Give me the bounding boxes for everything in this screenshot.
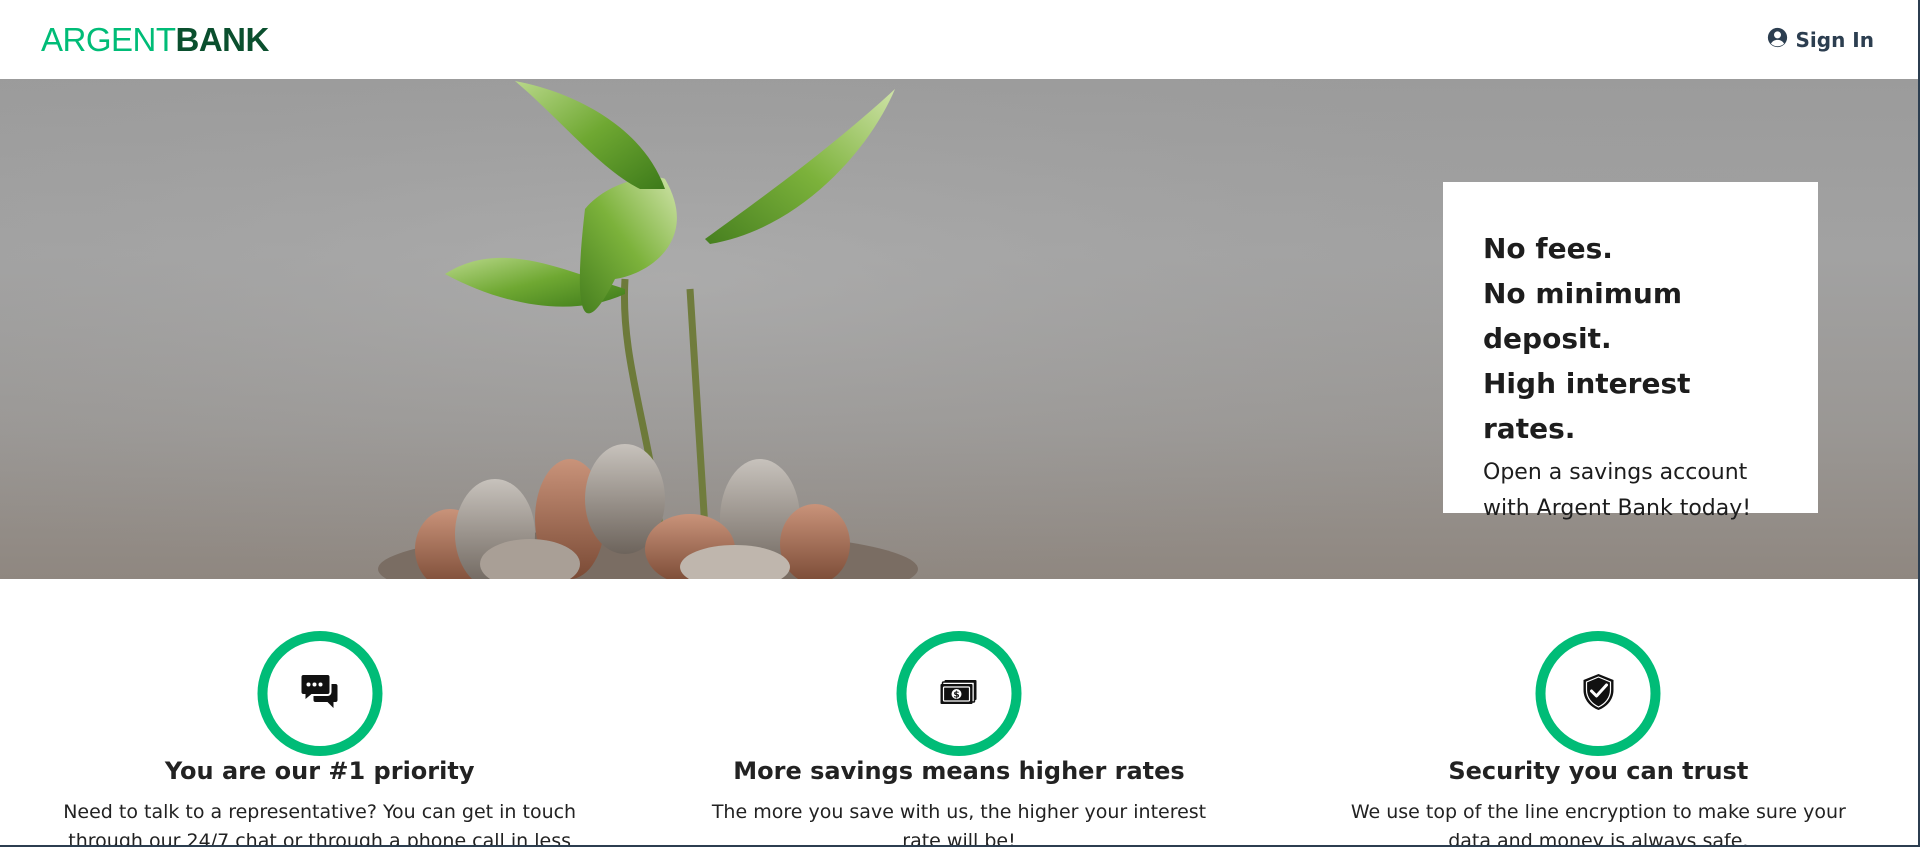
feature-item: You are our #1 priority Need to talk to …	[0, 579, 639, 845]
feature-icon-circle	[257, 631, 383, 756]
hero-text: Open a savings account with Argent Bank …	[1483, 460, 1752, 521]
user-circle-icon	[1767, 27, 1788, 53]
feature-icon-circle	[1535, 631, 1661, 756]
hero-subtitle-no-fees: No fees.	[1483, 232, 1613, 265]
feature-title: You are our #1 priority	[164, 757, 475, 785]
hero-content-card: No fees. No minimum deposit. High intere…	[1443, 182, 1818, 521]
feature-text: We use top of the line encryption to mak…	[1350, 801, 1846, 845]
svg-text:$: $	[954, 690, 960, 700]
feature-item: $ More savings means higher rates The mo…	[639, 579, 1278, 845]
main-nav: ARGENTBANK Sign In	[0, 0, 1918, 79]
logo-link[interactable]: ARGENTBANK	[41, 23, 269, 56]
feature-icon-circle: $	[896, 631, 1022, 756]
logo-text-bank: BANK	[175, 21, 270, 58]
security-icon	[1578, 672, 1618, 716]
chat-icon	[300, 672, 340, 716]
hero-banner: No fees. No minimum deposit. High intere…	[0, 79, 1918, 579]
feature-item: Security you can trust We use top of the…	[1279, 579, 1918, 845]
page: ARGENTBANK Sign In No fees. No minimum d…	[0, 0, 1918, 845]
feature-title: More savings means higher rates	[733, 757, 1185, 785]
feature-text: Need to talk to a representative? You ca…	[63, 801, 577, 845]
sign-in-label: Sign In	[1795, 27, 1874, 52]
feature-title: Security you can trust	[1448, 757, 1749, 785]
hero-subtitle-no-minimum-deposit: No minimum deposit.	[1483, 277, 1683, 355]
hero-subtitle-high-interest: High interest rates.	[1483, 367, 1691, 445]
logo-text-argent: ARGENT	[41, 21, 176, 58]
features-section: You are our #1 priority Need to talk to …	[0, 579, 1918, 845]
sign-in-link[interactable]: Sign In	[1767, 27, 1874, 53]
money-icon: $	[939, 672, 979, 716]
feature-text: The more you save with us, the higher yo…	[711, 801, 1207, 845]
